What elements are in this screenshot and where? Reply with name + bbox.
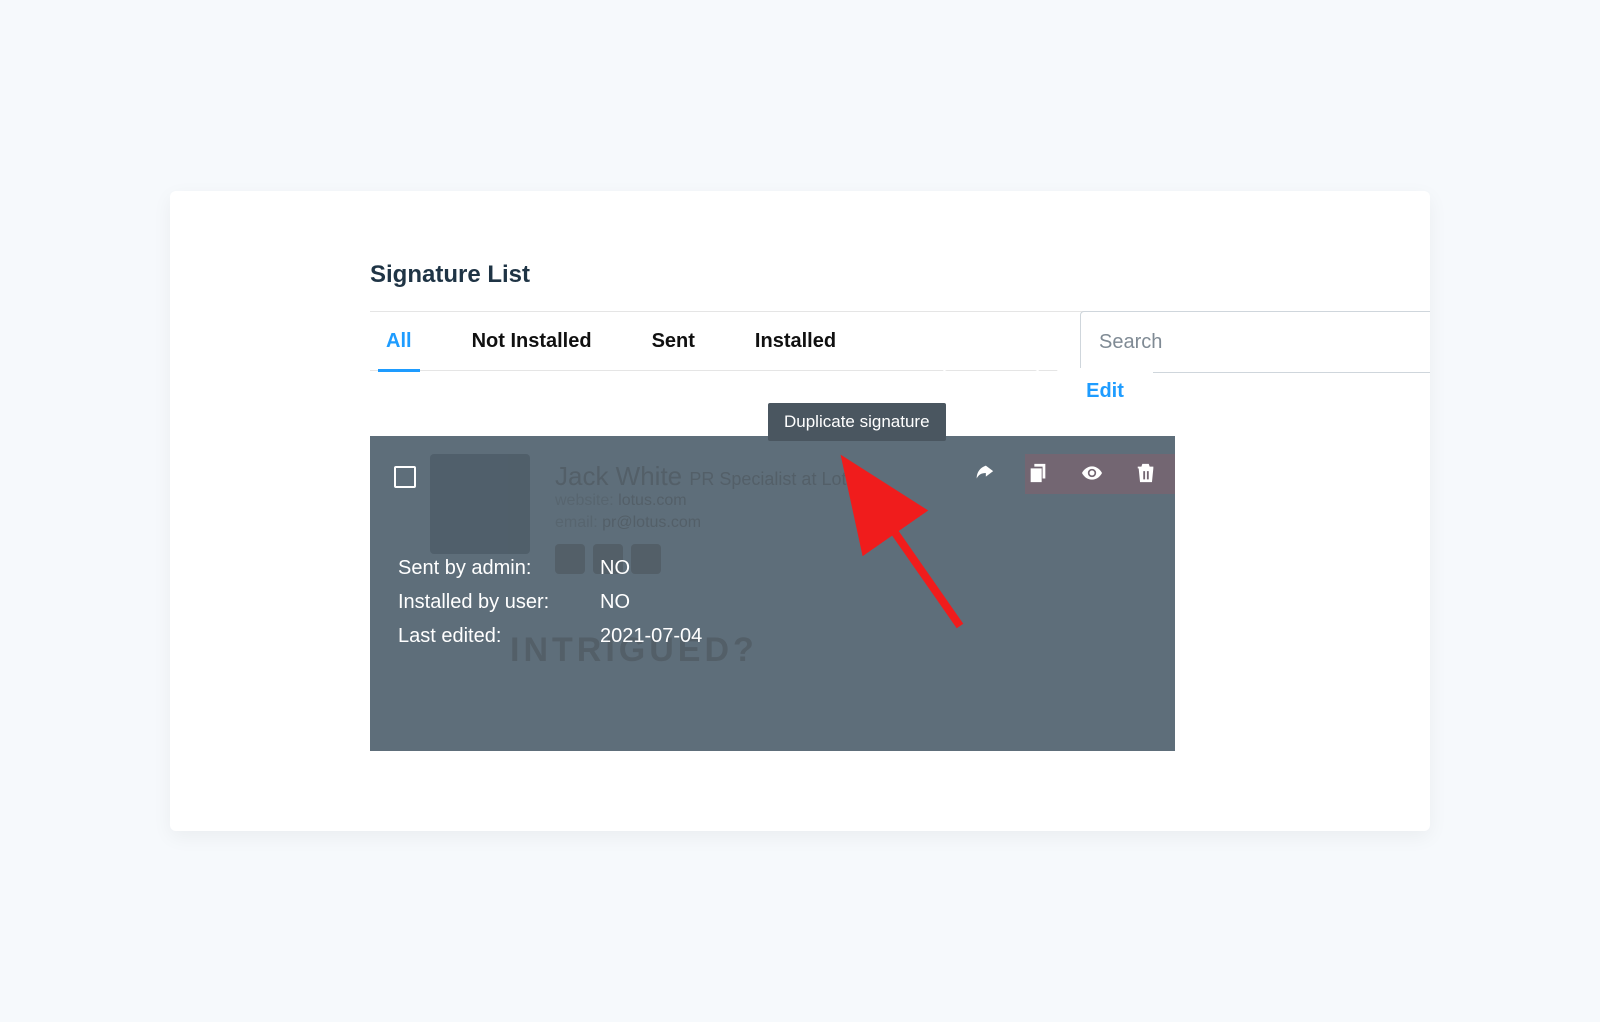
tab-all[interactable]: All	[378, 311, 420, 371]
use-button[interactable]: Use	[943, 368, 1039, 414]
info-row: Sent by admin: NO	[398, 551, 702, 585]
info-value: 2021-07-04	[600, 619, 702, 653]
tab-installed[interactable]: Installed	[747, 311, 844, 371]
info-value: NO	[600, 585, 630, 619]
signature-email: email: pr@lotus.com	[555, 514, 701, 532]
card-info: Sent by admin: NO Installed by user: NO …	[398, 551, 702, 653]
info-row: Last edited: 2021-07-04	[398, 619, 702, 653]
trash-icon[interactable]	[1133, 460, 1159, 486]
tab-label: All	[386, 330, 412, 353]
info-row: Installed by user: NO	[398, 585, 702, 619]
info-label: Installed by user:	[398, 585, 600, 619]
signature-website: website: lotus.com	[555, 492, 687, 510]
search-input[interactable]	[1080, 311, 1430, 373]
tooltip-duplicate: Duplicate signature	[768, 403, 946, 441]
card-buttons: Use Edit	[943, 368, 1153, 414]
info-label: Sent by admin:	[398, 551, 600, 585]
filter-tabs: All Not Installed Sent Installed	[370, 311, 1430, 371]
signature-card: Jack White PR Specialist at Lotus websit…	[370, 436, 1175, 751]
tab-label: Not Installed	[472, 330, 592, 353]
avatar	[430, 454, 530, 554]
tab-label: Sent	[652, 330, 695, 353]
page-title: Signature List	[370, 261, 1430, 289]
select-checkbox[interactable]	[394, 466, 416, 488]
info-label: Last edited:	[398, 619, 600, 653]
tab-sent[interactable]: Sent	[644, 311, 703, 371]
share-icon[interactable]	[971, 460, 997, 486]
app-panel: Signature List All Not Installed Sent In…	[170, 191, 1430, 831]
eye-icon[interactable]	[1079, 460, 1105, 486]
signature-name: Jack White PR Specialist at Lotus	[555, 461, 865, 492]
edit-button[interactable]: Edit	[1057, 368, 1153, 414]
tab-label: Installed	[755, 330, 836, 353]
card-actions	[971, 460, 1159, 486]
duplicate-icon[interactable]	[1025, 460, 1051, 486]
tab-not-installed[interactable]: Not Installed	[464, 311, 600, 371]
info-value: NO	[600, 551, 630, 585]
